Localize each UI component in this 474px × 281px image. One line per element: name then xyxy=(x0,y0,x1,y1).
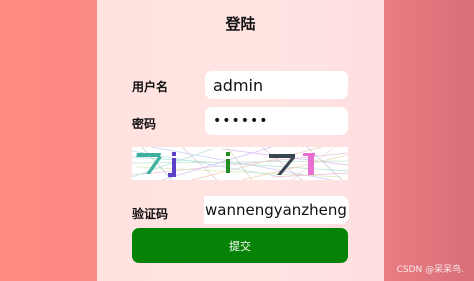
username-field[interactable]: admin xyxy=(205,71,348,99)
captcha-input[interactable]: wannengyanzheng xyxy=(204,196,349,224)
username-label: 用户名 xyxy=(132,80,169,94)
password-field[interactable]: •••••• xyxy=(205,107,348,135)
captcha-image[interactable] xyxy=(132,147,348,180)
submit-button[interactable]: 提交 xyxy=(132,228,348,263)
page-title: 登陆 xyxy=(225,15,256,33)
login-panel: 登陆 用户名 admin 密码 •••••• 验证码 wannengyanzhe… xyxy=(97,0,384,281)
watermark: CSDN @呆呆鸟. xyxy=(396,265,464,275)
captcha-label: 验证码 xyxy=(132,207,169,221)
password-label: 密码 xyxy=(132,117,157,131)
